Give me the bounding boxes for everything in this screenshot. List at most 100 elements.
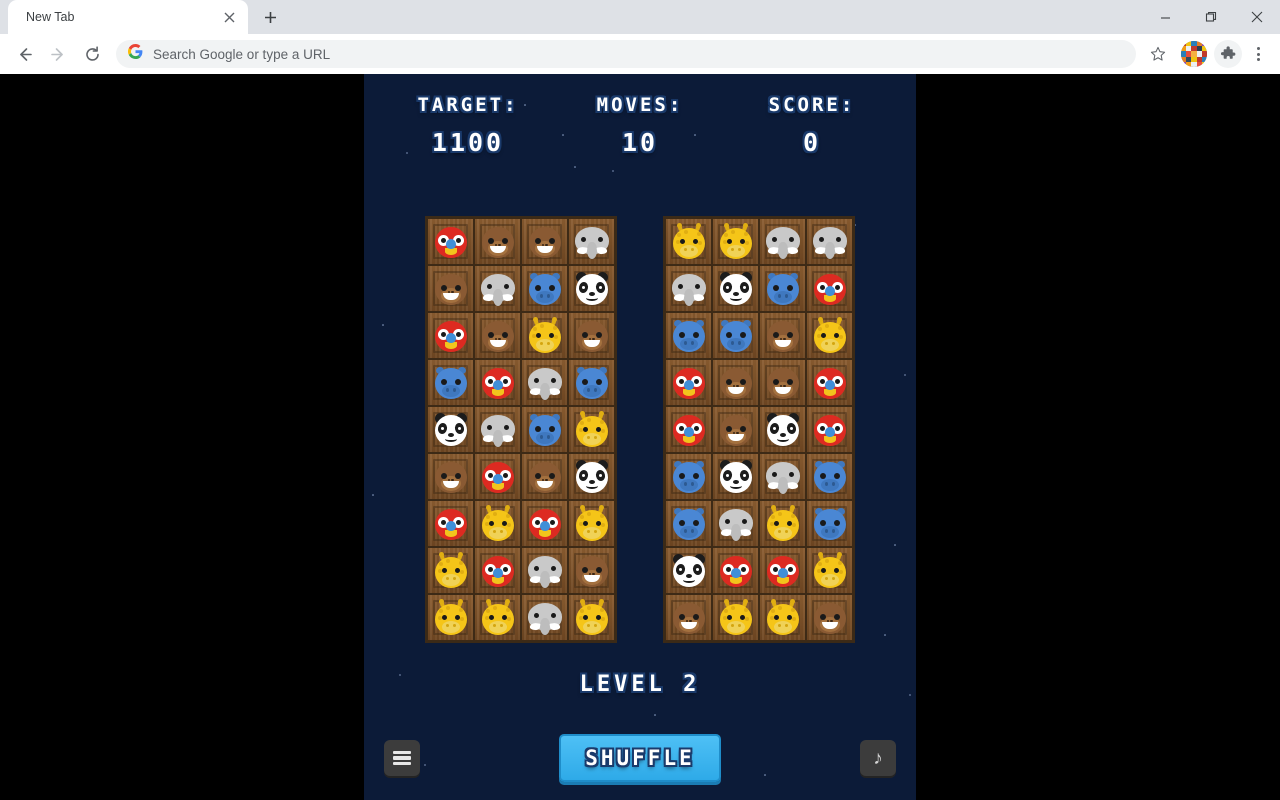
tile-giraffe[interactable]	[712, 218, 759, 265]
parrot-part	[682, 388, 695, 396]
avatar-icon[interactable]	[1181, 41, 1207, 67]
plus-icon[interactable]	[256, 3, 284, 31]
tile-monkey[interactable]	[474, 312, 521, 359]
close-icon[interactable]	[1234, 0, 1280, 34]
tile-giraffe[interactable]	[568, 594, 615, 641]
tile-giraffe[interactable]	[806, 547, 853, 594]
browser-tab[interactable]: New Tab	[8, 0, 248, 34]
tile-parrot[interactable]	[474, 359, 521, 406]
hippo-part	[692, 472, 699, 479]
maximize-icon[interactable]	[1188, 0, 1234, 34]
tile-monkey[interactable]	[474, 218, 521, 265]
tile-monkey[interactable]	[712, 359, 759, 406]
close-icon[interactable]	[220, 8, 238, 26]
tile-elephant[interactable]	[759, 218, 806, 265]
tile-giraffe[interactable]	[665, 218, 712, 265]
tile-elephant[interactable]	[568, 218, 615, 265]
tile-elephant[interactable]	[521, 594, 568, 641]
star-icon[interactable]	[1144, 40, 1172, 68]
puzzle-piece-icon[interactable]	[1214, 40, 1242, 68]
tile-monkey[interactable]	[759, 359, 806, 406]
tile-panda[interactable]	[568, 453, 615, 500]
tile-elephant[interactable]	[474, 265, 521, 312]
tile-elephant[interactable]	[712, 500, 759, 547]
tile-giraffe[interactable]	[759, 500, 806, 547]
tile-hippo[interactable]	[759, 265, 806, 312]
tile-giraffe[interactable]	[806, 312, 853, 359]
tile-panda[interactable]	[759, 406, 806, 453]
tile-hippo[interactable]	[665, 500, 712, 547]
tile-giraffe[interactable]	[427, 547, 474, 594]
tile-elephant[interactable]	[759, 453, 806, 500]
tile-hippo[interactable]	[568, 359, 615, 406]
tile-parrot[interactable]	[427, 218, 474, 265]
three-dots-menu-icon[interactable]	[1244, 40, 1272, 68]
elephant-part	[550, 565, 556, 571]
tile-parrot[interactable]	[474, 547, 521, 594]
tile-monkey[interactable]	[806, 594, 853, 641]
tile-panda[interactable]	[712, 453, 759, 500]
right-board[interactable]	[663, 216, 855, 643]
elephant-part	[549, 386, 560, 396]
music-note-icon[interactable]: ♪	[860, 740, 896, 776]
tile-monkey[interactable]	[712, 406, 759, 453]
tile-hippo[interactable]	[521, 265, 568, 312]
tile-giraffe[interactable]	[474, 500, 521, 547]
tile-giraffe[interactable]	[759, 594, 806, 641]
shuffle-button[interactable]: SHUFFLE	[559, 734, 721, 782]
back-arrow-icon[interactable]	[8, 38, 40, 70]
tile-monkey[interactable]	[665, 594, 712, 641]
tile-monkey[interactable]	[521, 218, 568, 265]
tile-parrot[interactable]	[427, 500, 474, 547]
tile-monkey[interactable]	[568, 547, 615, 594]
giraffe-part	[743, 607, 748, 612]
giraffe-part	[535, 332, 541, 338]
tile-parrot[interactable]	[427, 312, 474, 359]
tile-parrot[interactable]	[665, 359, 712, 406]
minimize-icon[interactable]	[1142, 0, 1188, 34]
tile-panda[interactable]	[568, 265, 615, 312]
tile-giraffe[interactable]	[568, 406, 615, 453]
tile-parrot[interactable]	[712, 547, 759, 594]
left-board[interactable]	[425, 216, 617, 643]
tile-hippo[interactable]	[806, 500, 853, 547]
tile-monkey[interactable]	[427, 265, 474, 312]
tile-hippo[interactable]	[712, 312, 759, 359]
search-input[interactable]: Search Google or type a URL	[116, 40, 1136, 68]
tile-parrot[interactable]	[806, 265, 853, 312]
tile-hippo[interactable]	[806, 453, 853, 500]
tile-elephant[interactable]	[474, 406, 521, 453]
game-boards[interactable]	[364, 216, 916, 643]
tile-elephant[interactable]	[521, 359, 568, 406]
tile-monkey[interactable]	[521, 453, 568, 500]
tile-monkey[interactable]	[759, 312, 806, 359]
tile-parrot[interactable]	[806, 359, 853, 406]
tile-panda[interactable]	[665, 547, 712, 594]
tile-parrot[interactable]	[474, 453, 521, 500]
tile-giraffe[interactable]	[474, 594, 521, 641]
tile-panda[interactable]	[712, 265, 759, 312]
tile-panda[interactable]	[427, 406, 474, 453]
match3-game[interactable]: TARGET: 1100 MOVES: 10 SCORE: 0 LEVEL 2 SHUFF…	[364, 74, 916, 800]
tile-hippo[interactable]	[665, 312, 712, 359]
tile-giraffe[interactable]	[521, 312, 568, 359]
tile-giraffe[interactable]	[427, 594, 474, 641]
forward-arrow-icon[interactable]	[42, 38, 74, 70]
tile-elephant[interactable]	[806, 218, 853, 265]
tile-parrot[interactable]	[665, 406, 712, 453]
tile-elephant[interactable]	[521, 547, 568, 594]
tile-elephant[interactable]	[665, 265, 712, 312]
tile-monkey[interactable]	[427, 453, 474, 500]
tile-parrot[interactable]	[806, 406, 853, 453]
tile-monkey[interactable]	[568, 312, 615, 359]
tile-hippo[interactable]	[665, 453, 712, 500]
tile-parrot[interactable]	[759, 547, 806, 594]
tile-hippo[interactable]	[521, 406, 568, 453]
hippo-part	[539, 434, 543, 439]
tile-parrot[interactable]	[521, 500, 568, 547]
hamburger-menu-icon[interactable]	[384, 740, 420, 776]
tile-hippo[interactable]	[427, 359, 474, 406]
tile-giraffe[interactable]	[712, 594, 759, 641]
tile-giraffe[interactable]	[568, 500, 615, 547]
reload-icon[interactable]	[76, 38, 108, 70]
